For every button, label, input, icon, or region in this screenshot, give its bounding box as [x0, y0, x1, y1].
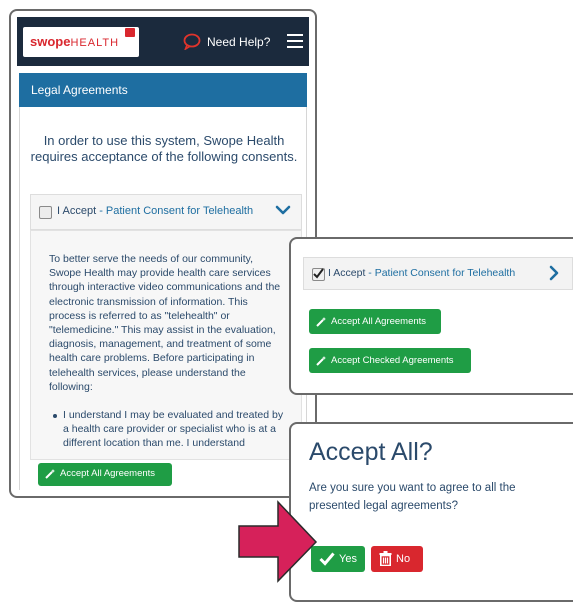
- chat-bubble-icon: [183, 33, 201, 50]
- intro-text: In order to use this system, Swope Healt…: [30, 133, 298, 164]
- accept-all-label: Accept All Agreements: [60, 468, 156, 479]
- consent-accordion-header-checked[interactable]: I Accept - Patient Consent for Telehealt…: [303, 257, 573, 290]
- consent-label: I Accept - Patient Consent for Telehealt…: [57, 205, 253, 217]
- yes-label: Yes: [339, 553, 357, 565]
- consent-checkbox-checked[interactable]: [312, 268, 325, 281]
- no-button[interactable]: No: [371, 546, 423, 572]
- accept-checked-button[interactable]: Accept Checked Agreements: [309, 348, 471, 373]
- consent-name: - Patient Consent for Telehealth: [365, 267, 516, 279]
- no-label: No: [396, 553, 411, 565]
- accept-all-label: Accept All Agreements: [331, 316, 427, 327]
- logo-text-bold: swope: [30, 34, 71, 49]
- consent-body[interactable]: To better serve the needs of our communi…: [30, 230, 302, 460]
- need-help-label: Need Help?: [207, 35, 271, 49]
- consent-checkbox[interactable]: [39, 206, 52, 219]
- accept-all-button[interactable]: Accept All Agreements: [309, 309, 441, 334]
- yes-button[interactable]: Yes: [311, 546, 365, 572]
- logo-mark-icon: [125, 28, 135, 37]
- consent-accordion-header[interactable]: I Accept - Patient Consent for Telehealt…: [30, 194, 302, 230]
- consent-bullet-text: I understand I may be evaluated and trea…: [63, 409, 284, 450]
- top-navbar: swopeHEALTH Need Help?: [17, 17, 309, 66]
- zoomed-consent-panel: I Accept - Patient Consent for Telehealt…: [289, 237, 573, 395]
- phone-screenshot: swopeHEALTH Need Help? Legal Agreements …: [9, 9, 317, 498]
- swope-health-logo[interactable]: swopeHEALTH: [23, 27, 139, 57]
- magic-wand-icon: [316, 356, 326, 366]
- magic-wand-icon: [316, 317, 326, 327]
- hamburger-menu-icon[interactable]: [287, 34, 303, 48]
- accept-word: I Accept: [328, 267, 366, 279]
- chevron-down-icon[interactable]: [275, 203, 291, 217]
- trash-icon: [379, 551, 392, 566]
- consent-paragraph: To better serve the needs of our communi…: [49, 253, 281, 393]
- consent-name: - Patient Consent for Telehealth: [96, 205, 254, 217]
- consent-label: I Accept - Patient Consent for Telehealt…: [328, 267, 515, 279]
- bullet-dot: [53, 414, 57, 418]
- magic-wand-icon: [45, 469, 55, 479]
- accept-all-button[interactable]: Accept All Agreements: [38, 463, 172, 486]
- confirm-dialog: Accept All? Are you sure you want to agr…: [289, 422, 573, 602]
- dialog-message: Are you sure you want to agree to all th…: [309, 482, 516, 512]
- consent-bullet-item: I understand I may be evaluated and trea…: [53, 408, 285, 451]
- logo-text-rest: HEALTH: [70, 37, 120, 49]
- accept-word: I Accept: [57, 205, 97, 217]
- accept-checked-label: Accept Checked Agreements: [331, 355, 454, 366]
- checkmark-icon: [319, 552, 335, 566]
- checkmark-icon: [313, 268, 324, 279]
- legal-agreements-header: Legal Agreements: [19, 73, 307, 107]
- agreements-panel: In order to use this system, Swope Healt…: [19, 107, 307, 490]
- pointer-arrow-icon: [238, 500, 318, 583]
- chevron-right-icon[interactable]: [548, 265, 560, 281]
- dialog-title: Accept All?: [309, 438, 433, 466]
